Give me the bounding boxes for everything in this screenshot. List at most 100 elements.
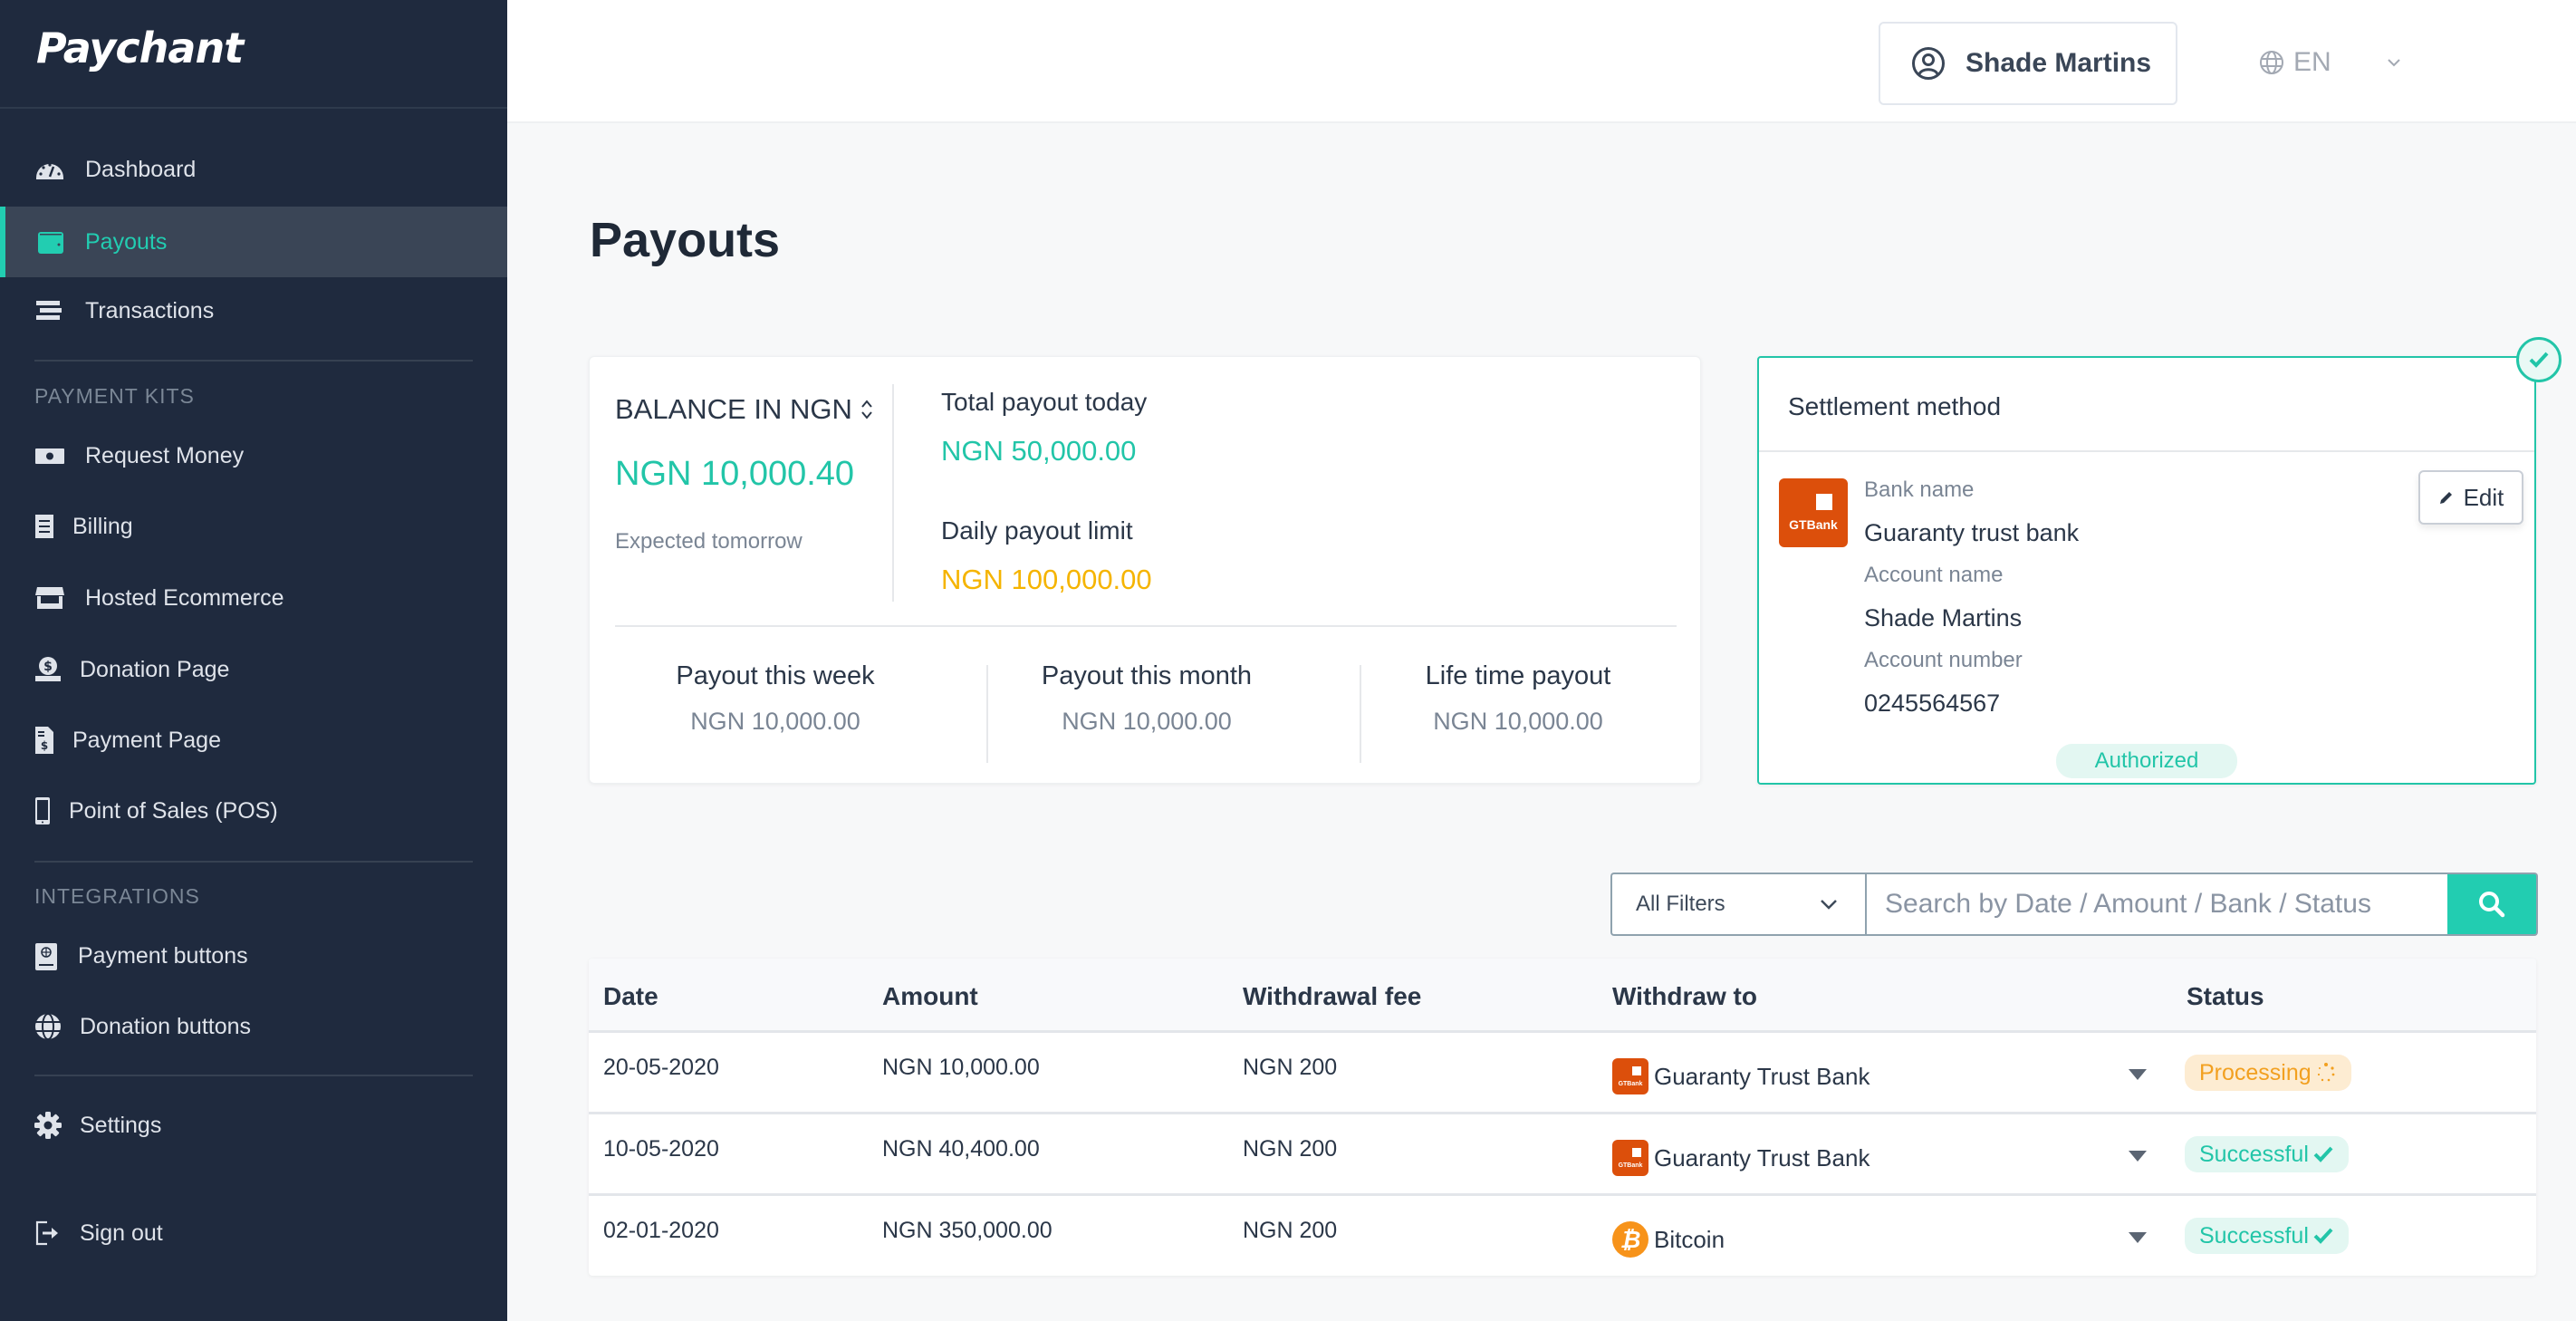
svg-text:$: $ — [43, 660, 53, 674]
balance-currency-selector[interactable]: BALANCE IN NGN — [615, 393, 874, 426]
sidebar-item-sign-out[interactable]: Sign out — [0, 1198, 507, 1268]
sidebar-item-request-money[interactable]: Request Money — [0, 420, 507, 491]
settlement-title: Settlement method — [1788, 392, 2002, 420]
wallet-icon — [34, 227, 65, 257]
cell-amount: NGN 40,400.00 — [882, 1136, 1040, 1162]
search-input[interactable] — [1865, 873, 2447, 936]
sidebar-item-hosted-ecommerce[interactable]: Hosted Ecommerce — [0, 563, 507, 633]
sidebar-divider — [0, 107, 507, 109]
sidebar-item-label: Payment buttons — [78, 942, 248, 969]
user-circle-icon — [1912, 47, 1945, 80]
svg-text:$: $ — [41, 739, 48, 752]
receipt-icon — [34, 511, 54, 542]
daily-limit-value: NGN 100,000.00 — [941, 564, 1152, 595]
bank-name-value: Guaranty trust bank — [1864, 519, 2080, 546]
account-name-value: Shade Martins — [1864, 604, 2023, 632]
sidebar-item-payment-page[interactable]: $ Payment Page — [0, 705, 507, 776]
expand-row-caret-icon[interactable] — [2129, 1069, 2147, 1080]
section-heading-payment-kits: PAYMENT KITS — [34, 384, 195, 408]
withdraw-to-name: Bitcoin — [1654, 1225, 1725, 1253]
cell-withdraw-to: GTBank Guaranty Trust Bank — [1612, 1058, 1870, 1094]
sidebar-item-label: Dashboard — [85, 156, 197, 182]
sidebar-item-label: Sign out — [80, 1220, 163, 1246]
status-badge: Processing — [2185, 1055, 2351, 1091]
globe-icon — [2260, 51, 2283, 74]
account-number-label: Account number — [1864, 648, 2023, 672]
check-icon — [2313, 1228, 2333, 1244]
balance-note: Expected tomorrow — [615, 529, 803, 554]
account-number-value: 0245564567 — [1864, 689, 2001, 717]
payouts-table: Date Amount Withdrawal fee Withdraw to S… — [589, 959, 2536, 1276]
stat-value: NGN 10,000.00 — [1062, 708, 1232, 735]
sidebar-item-donation-page[interactable]: $ Donation Page — [0, 634, 507, 705]
sidebar-divider — [34, 861, 473, 863]
language-code: EN — [2293, 47, 2331, 77]
sidebar-item-payouts[interactable]: Payouts — [0, 207, 507, 277]
settlement-method-card: Settlement method GTBank Bank name Guara… — [1757, 356, 2536, 785]
expand-row-caret-icon[interactable] — [2129, 1232, 2147, 1243]
cell-fee: NGN 200 — [1243, 1136, 1338, 1162]
payout-week-stat: Payout this week NGN 10,000.00 — [590, 661, 961, 736]
balance-value: NGN 10,000.40 — [615, 455, 855, 493]
status-text: Processing — [2199, 1059, 2312, 1085]
filter-dropdown[interactable]: All Filters — [1610, 873, 1865, 936]
mobile-icon — [34, 795, 51, 826]
cell-amount: NGN 10,000.00 — [882, 1055, 1040, 1080]
expand-row-caret-icon[interactable] — [2129, 1151, 2147, 1162]
balance-label: BALANCE IN NGN — [615, 393, 852, 425]
horizontal-divider — [615, 625, 1677, 627]
status-text: Successful — [2199, 1222, 2309, 1249]
invoice-icon: $ — [34, 725, 54, 756]
sidebar-item-pos[interactable]: Point of Sales (POS) — [0, 776, 507, 846]
table-header: Date Amount Withdrawal fee Withdraw to S… — [589, 959, 2536, 1033]
cell-date: 02-01-2020 — [603, 1218, 719, 1243]
app-logo[interactable]: Paychant — [36, 24, 244, 72]
sidebar-item-transactions[interactable]: Transactions — [0, 275, 507, 346]
sidebar-item-label: Transactions — [85, 297, 215, 323]
stat-label: Payout this month — [1041, 661, 1253, 690]
sidebar-item-billing[interactable]: Billing — [0, 491, 507, 562]
gtbank-icon: GTBank — [1612, 1058, 1648, 1094]
column-header-status[interactable]: Status — [2187, 982, 2264, 1011]
top-header: Shade Martins EN — [507, 0, 2576, 123]
sidebar-item-label: Request Money — [85, 442, 245, 468]
payout-month-stat: Payout this month NGN 10,000.00 — [961, 661, 1332, 736]
sidebar-item-dashboard[interactable]: Dashboard — [0, 134, 507, 205]
total-payout-today-label: Total payout today — [941, 388, 1148, 416]
language-selector[interactable]: EN — [2259, 40, 2413, 85]
sidebar-item-label: Payment Page — [72, 727, 221, 753]
total-payout-today-value: NGN 50,000.00 — [941, 435, 1137, 467]
table-row[interactable]: 02-01-2020 NGN 350,000.00 NGN 200 ₿ Bitc… — [589, 1196, 2536, 1276]
page-title: Payouts — [590, 213, 781, 267]
search-button[interactable] — [2447, 873, 2538, 936]
column-header-amount[interactable]: Amount — [882, 982, 978, 1011]
withdraw-to-name: Guaranty Trust Bank — [1654, 1062, 1870, 1090]
money-bill-icon — [34, 440, 65, 471]
table-row[interactable]: 10-05-2020 NGN 40,400.00 NGN 200 GTBank … — [589, 1114, 2536, 1196]
globe-icon — [34, 1011, 62, 1042]
check-icon — [2313, 1146, 2333, 1162]
sidebar-item-settings[interactable]: Settings — [0, 1090, 507, 1161]
filter-value: All Filters — [1636, 892, 1725, 916]
account-name-label: Account name — [1864, 563, 2004, 587]
cell-date: 20-05-2020 — [603, 1055, 719, 1080]
user-menu-button[interactable]: Shade Martins — [1879, 22, 2177, 105]
gtbank-logo-text: GTBank — [1789, 517, 1838, 532]
edit-label: Edit — [2463, 483, 2504, 511]
status-text: Successful — [2199, 1141, 2309, 1167]
sidebar-divider — [34, 360, 473, 362]
sidebar-item-payment-buttons[interactable]: Payment buttons — [0, 921, 507, 991]
verified-check-icon — [2516, 337, 2562, 382]
edit-settlement-button[interactable]: Edit — [2418, 470, 2523, 525]
column-header-date[interactable]: Date — [603, 982, 658, 1011]
dashboard-icon — [34, 154, 65, 185]
sidebar-item-donation-buttons[interactable]: Donation buttons — [0, 991, 507, 1062]
sidebar-item-label: Point of Sales (POS) — [69, 797, 278, 824]
cell-withdraw-to: GTBank Guaranty Trust Bank — [1612, 1140, 1870, 1176]
column-header-withdrawal-fee[interactable]: Withdrawal fee — [1243, 982, 1421, 1011]
column-header-withdraw-to[interactable]: Withdraw to — [1612, 982, 1757, 1011]
gear-icon — [34, 1110, 62, 1141]
cell-amount: NGN 350,000.00 — [882, 1218, 1053, 1243]
table-row[interactable]: 20-05-2020 NGN 10,000.00 NGN 200 GTBank … — [589, 1033, 2536, 1114]
sign-out-icon — [34, 1218, 60, 1249]
